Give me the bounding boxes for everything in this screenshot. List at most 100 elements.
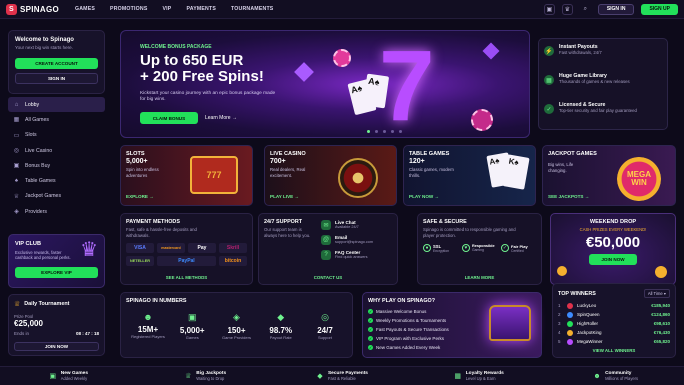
sidebar-item-bonus-buy[interactable]: ▣ Bonus Buy [8,158,105,173]
slot-icon: ▭ [13,132,20,139]
sidebar-item-lobby[interactable]: ⌂ Lobby [8,97,105,113]
sidebar-item-label: Bonus Buy [25,162,51,169]
category-desc: Spin into endless adventures [126,167,159,178]
security-badges: ● SSL Encryption ♥ Responsible Gaming ✓ Fair … [423,244,536,253]
create-account-button[interactable]: CREATE ACCOUNT [15,58,98,69]
weekend-drop-panel: WEEKEND DROP CASH PRIZES EVERY WEEKEND! … [550,213,676,285]
support-live-chat[interactable]: ✉ Live Chat Available 24/7 [321,220,393,235]
feature-item: ▦ Huge Game Library Thousands of games & n… [544,73,662,102]
safe-secure-panel: SAFE & SECURE Spinago is committed to re… [417,213,542,285]
see-all-methods-link[interactable]: SEE ALL METHODS [121,275,252,280]
panel-title: SAFE & SECURE [423,219,467,225]
panel-desc: Fast, safe & hassle-free deposits and wi… [126,227,197,238]
crown-icon[interactable]: ♛ [561,3,573,15]
winner-row: 2 SpinQueen €124,860 [558,310,670,319]
bottom-item-loyalty: ▦ Loyalty Rewards Level Up & Earn [410,371,547,381]
hero-tag: WELCOME BONUS PACKAGE [140,44,212,50]
visa-logo: VISA [126,242,154,253]
category-link[interactable]: PLAY LIVE → [270,194,299,199]
logo-mark-icon: S [6,3,17,15]
category-link[interactable]: SEE JACKPOTS → [548,194,589,199]
sidebar-item-jackpot-games[interactable]: ♕ Jackpot Games [8,189,105,204]
support-item-sub: Available 24/7 [335,225,359,229]
panel-desc: Spinago is committed to responsible gami… [423,227,516,238]
signin-button[interactable]: SIGN IN [597,3,635,15]
why-item-label: VIP Program with Exclusive Perks [376,336,444,341]
category-jackpot-games[interactable]: JACKPOT GAMES Big wins, Life changing. M… [542,145,676,206]
hero-pagination[interactable] [367,130,402,133]
sidebar-item-live-casino[interactable]: ◎ Live Casino [8,143,105,158]
winner-name: HighRoller [577,321,599,326]
sidebar-item-label: Providers [25,208,47,215]
sidebar-item-table-games[interactable]: ♠ Table Games [8,173,105,188]
support-panel: 24/7 SUPPORT Our support team is always … [258,213,398,285]
dot-icon[interactable] [391,130,394,133]
winner-amount: €124,860 [651,312,670,317]
filter-value: All Time [647,291,663,296]
winner-row: 1 LuckyLeo €185,940 [558,301,670,310]
feature-item: ✓ Licensed & Secure Top-tier security and … [544,102,662,131]
stat-value: 15M+ [137,325,159,334]
gift-icon[interactable]: ▣ [543,3,555,15]
logo[interactable]: S SPINAGO [6,3,59,15]
welcome-card: Welcome to Spinago Your next big win sta… [8,30,105,94]
bottom-item-sub: Level Up & Earn [465,376,496,381]
trophy-icon: ♕ [13,193,20,200]
badge-title: Fair Play [511,243,528,249]
search-icon[interactable]: ⌕ [580,4,591,15]
nav-promotions[interactable]: PROMOTIONS [110,6,147,12]
sidebar-item-providers[interactable]: ◈ Providers [8,204,105,219]
prize-amount: €25,000 [14,319,43,328]
drop-join-button[interactable]: JOIN NOW [589,254,637,265]
category-link-label: EXPLORE [126,194,148,199]
nav-games[interactable]: GAMES [75,6,95,12]
panel-desc: Our support team is always here to help … [264,227,311,238]
signup-button[interactable]: SIGN UP [641,3,678,15]
applepay-logo: Pay [188,242,216,253]
dot-icon[interactable] [383,130,386,133]
sidebar-item-all-games[interactable]: ▦ All Games [8,112,105,127]
category-link[interactable]: PLAY NOW → [409,194,439,199]
vip-club-card: VIP CLUB Exclusive rewards, faster cashb… [8,234,105,288]
winner-amount: €76,430 [653,330,670,335]
support-item-sub: Find quick answers [335,255,368,259]
check-icon: ✓ [368,327,373,332]
gem-art [294,62,314,82]
heart-icon: ♥ [462,244,470,253]
category-table-games[interactable]: TABLE GAMES 120+ Classic games, modern t… [403,145,536,206]
tournament-title: Daily Tournament [24,301,70,307]
chevron-down-icon: ▾ [663,291,666,296]
bitcoin-logo: bitcoin [219,255,247,266]
learn-more-link[interactable]: Learn More → [205,115,237,121]
stat-value: 24/7 [317,326,333,335]
category-slots[interactable]: SLOTS 5,000+ Spin into endless adventure… [120,145,253,206]
support-faq[interactable]: ? FAQ Center Find quick answers [321,250,393,265]
dot-icon[interactable] [375,130,378,133]
sidebar-signin-button[interactable]: SIGN IN [15,73,98,84]
category-live-casino[interactable]: LIVE CASINO 700+ Real dealers, Real exci… [264,145,397,206]
claim-bonus-button[interactable]: CLAIM BONUS [140,112,198,124]
support-email[interactable]: @ Email support@spinago.com [321,235,393,250]
winner-amount: €185,940 [651,303,670,308]
nav-payments[interactable]: PAYMENTS [186,6,216,12]
category-link[interactable]: EXPLORE → [126,194,154,199]
view-all-winners-link[interactable]: VIEW ALL WINNERS [558,348,670,353]
bottom-item-sub: Millions of Players [605,376,639,381]
winners-filter-select[interactable]: All Time ▾ [643,289,670,298]
users-icon: ☻ [143,312,153,322]
category-link-label: PLAY LIVE [270,194,294,199]
learn-more-secure-link[interactable]: LEARN MORE [418,275,541,280]
dot-icon[interactable] [367,130,370,133]
nav-tournaments[interactable]: TOURNAMENTS [231,6,273,12]
explore-vip-button[interactable]: EXPLORE VIP [15,266,98,278]
check-icon: ✓ [368,345,373,350]
tournament-join-button[interactable]: JOIN NOW [14,342,99,351]
sidebar-item-slots[interactable]: ▭ Slots [8,128,105,143]
check-icon: ✓ [501,244,509,253]
contact-us-link[interactable]: CONTACT US [259,275,397,280]
dot-icon[interactable] [399,130,402,133]
nav-vip[interactable]: VIP [162,6,171,12]
payment-logos: VISA mastercard Pay Skrill NETELLER PayP… [126,242,247,266]
why-item-label: New Games Added Every Week [376,345,441,350]
coin-icon [655,266,667,278]
